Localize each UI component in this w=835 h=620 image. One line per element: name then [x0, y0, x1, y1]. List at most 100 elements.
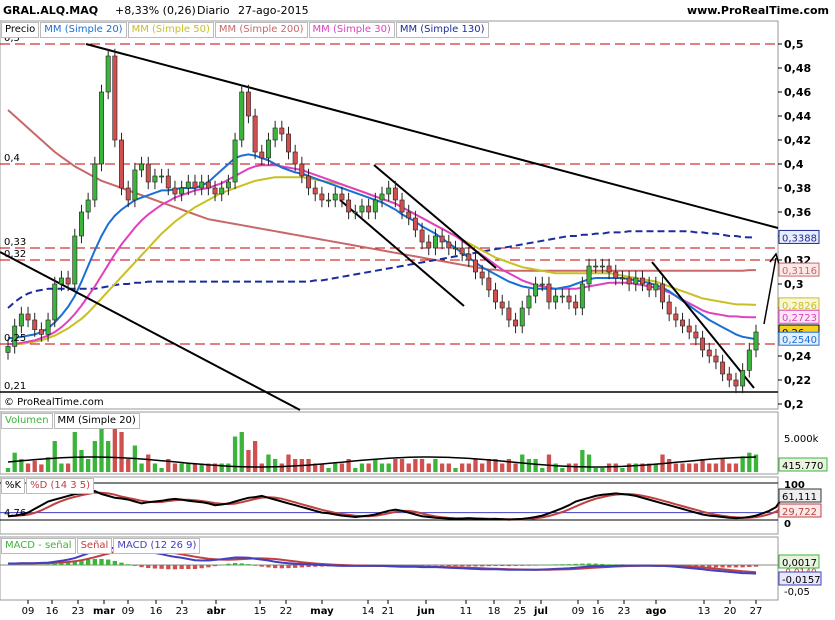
volume-bar — [526, 459, 532, 472]
candle-body — [693, 331, 699, 339]
legend-stoch-d[interactable]: %D (14 3 5) — [26, 478, 95, 494]
volume-bar — [326, 468, 331, 472]
volume-bar — [279, 463, 284, 472]
volume-bar — [286, 454, 291, 472]
volume-bar — [453, 468, 458, 472]
legend-price[interactable]: Precio — [1, 22, 40, 38]
candle-body — [65, 277, 71, 285]
macd-histogram-bar — [446, 565, 451, 567]
macd-histogram-bar — [533, 565, 538, 566]
candle-body — [633, 277, 639, 285]
volume-bar — [593, 468, 598, 472]
candle-body — [306, 175, 311, 189]
candle-body — [392, 187, 398, 201]
projection-arrow-line — [763, 257, 777, 325]
left-level-label: 0,33 — [4, 237, 26, 248]
volume-bar — [673, 463, 679, 472]
volume-bar — [5, 468, 11, 472]
macd-histogram-bar — [433, 565, 438, 566]
volume-bar — [720, 459, 725, 472]
legend-sma20[interactable]: MM (Simple 20) — [40, 22, 127, 38]
candle-body — [539, 283, 545, 286]
volume-bar — [446, 463, 451, 472]
legend-macd-hist[interactable]: MACD - señal — [1, 538, 76, 554]
legend-volume[interactable]: Volumen — [1, 413, 53, 429]
candle-body — [406, 211, 412, 219]
volume-bar — [353, 468, 358, 472]
macd-histogram-bar — [486, 565, 492, 567]
candle-body — [312, 187, 318, 195]
price-badge: 0,3388 — [782, 233, 817, 244]
volume-badge: 415.770 — [782, 461, 823, 472]
candle-body — [686, 325, 692, 333]
legend-macd-signal[interactable]: Señal — [76, 538, 113, 554]
volume-bar — [112, 428, 118, 472]
legend-sma30[interactable]: MM (Simple 30) — [308, 22, 395, 38]
candle-body — [32, 319, 38, 330]
candle-body — [753, 331, 759, 351]
candle-body — [526, 295, 532, 309]
volume-bar — [272, 459, 278, 472]
macd-histogram-bar — [426, 565, 431, 566]
candle-body — [720, 361, 726, 375]
volume-bar — [426, 463, 431, 472]
candle-body — [432, 235, 438, 249]
macd-histogram-bar — [226, 563, 231, 566]
stoch-badge-d: 29,722 — [782, 507, 817, 518]
volume-bar — [573, 463, 578, 472]
candle-body — [326, 199, 332, 202]
candle-body — [546, 283, 552, 303]
candle-body — [266, 139, 271, 159]
legend-sma50[interactable]: MM (Simple 50) — [127, 22, 214, 38]
volume-bar — [500, 463, 505, 472]
macd-histogram-bar — [139, 565, 144, 568]
volume-bar — [747, 452, 752, 472]
macd-histogram-bar — [546, 564, 552, 566]
volume-bar — [333, 463, 338, 472]
candle-body — [372, 199, 378, 213]
price-axis-label: 0,38 — [784, 182, 811, 195]
legend-stoch-k[interactable]: %K — [1, 478, 26, 494]
left-level-label: 0,21 — [4, 381, 26, 392]
volume-bar — [406, 463, 411, 472]
macd-histogram-bar — [59, 563, 64, 566]
candle-body — [286, 133, 291, 153]
legend-macd[interactable]: MACD (12 26 9) — [113, 538, 201, 554]
volume-bar — [560, 468, 565, 472]
volume-bar — [480, 463, 485, 472]
macd-histogram-bar — [506, 565, 512, 567]
trendline-long-resistance — [85, 43, 779, 229]
candle-body — [573, 301, 579, 309]
candle-body — [586, 265, 592, 285]
candle-body — [279, 127, 285, 135]
candle-body — [339, 193, 345, 201]
candle-body — [619, 277, 625, 280]
candle-body — [185, 181, 191, 189]
macd-histogram-bar — [126, 564, 131, 566]
price-axis-label: 0,24 — [784, 350, 811, 363]
legend-volume-sma[interactable]: MM (Simple 20) — [53, 413, 140, 429]
macd-histogram-bar — [246, 564, 251, 566]
price-badge: 0,2540 — [782, 335, 817, 346]
volume-bar — [687, 463, 692, 472]
macd-histogram-bar — [586, 563, 592, 566]
price-axis-label: 0,3 — [784, 278, 804, 291]
macd-histogram-bar — [219, 564, 224, 566]
x-axis-label: 21 — [382, 606, 395, 617]
macd-histogram-bar — [526, 565, 532, 566]
left-level-label: 0,4 — [4, 153, 20, 164]
candle-body — [666, 301, 672, 315]
volume-bar — [586, 454, 592, 472]
macd-histogram-bar — [279, 565, 284, 569]
candle-body — [660, 283, 665, 303]
legend-sma130[interactable]: MM (Simple 130) — [395, 22, 489, 38]
legend-sma200[interactable]: MM (Simple 200) — [214, 22, 308, 38]
x-axis-label: 16 — [46, 606, 59, 617]
volume-bar — [25, 463, 31, 472]
volume-bar — [246, 450, 251, 472]
macd-histogram-bar — [85, 559, 91, 566]
volume-legend: Volumen MM (Simple 20) — [1, 413, 141, 429]
candle-body — [733, 379, 739, 387]
macd-histogram-bar — [159, 565, 164, 569]
candle-body — [179, 187, 185, 195]
